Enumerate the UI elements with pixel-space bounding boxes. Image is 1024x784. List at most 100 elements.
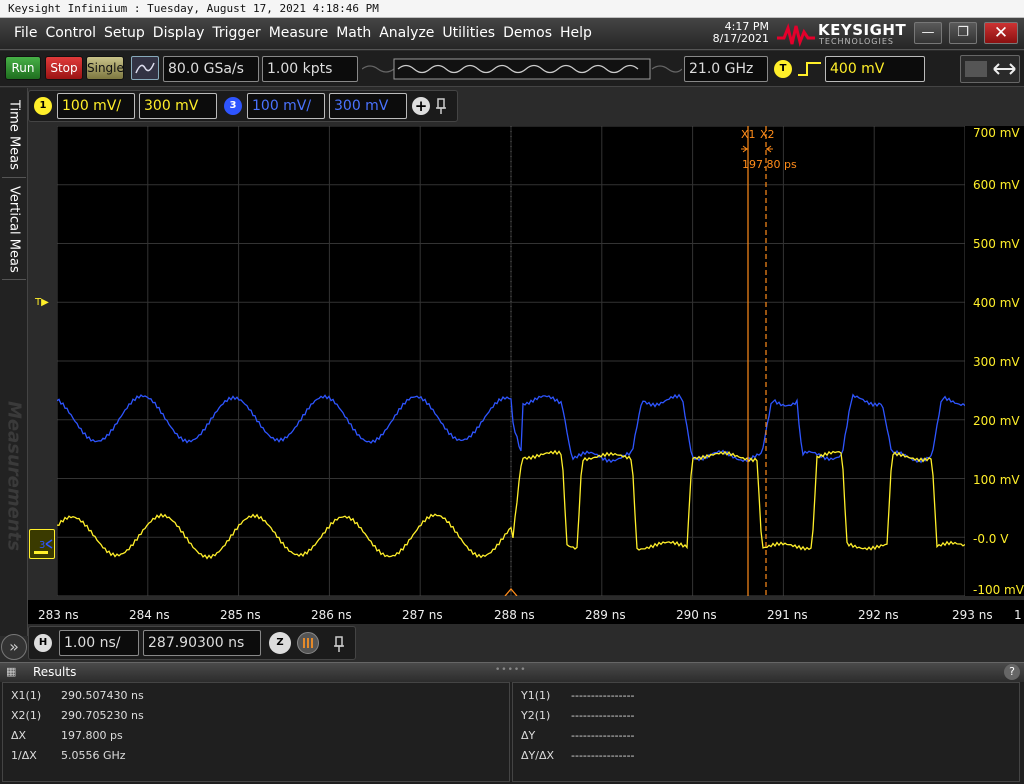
waveform-display[interactable]: X1 X2 197.80 ps bbox=[56, 125, 966, 597]
menu-help[interactable]: Help bbox=[556, 25, 596, 41]
x-label: 287 ns bbox=[402, 608, 443, 622]
cursor-x2-label: X2 bbox=[760, 128, 775, 141]
restore-button[interactable]: ❐ bbox=[949, 22, 977, 44]
result-label: ΔY/ΔX bbox=[521, 749, 555, 762]
result-row: ΔX 197.800 ps bbox=[11, 729, 123, 742]
grid-icon: ▦ bbox=[6, 665, 17, 678]
result-label: ΔX bbox=[11, 729, 27, 742]
minimize-button[interactable]: — bbox=[914, 22, 942, 44]
channel3-scale-field[interactable]: 100 mV/ bbox=[247, 93, 325, 119]
zoom-badge[interactable]: Z bbox=[269, 632, 291, 654]
rising-edge-icon[interactable] bbox=[797, 60, 823, 78]
channel3-offset-field[interactable]: 300 mV bbox=[329, 93, 407, 119]
x-label: 290 ns bbox=[676, 608, 717, 622]
trigger-arrow-icon: ▶ bbox=[41, 297, 49, 308]
menu-display[interactable]: Display bbox=[149, 25, 209, 41]
x-label: 289 ns bbox=[585, 608, 626, 622]
menu-trigger[interactable]: Trigger bbox=[208, 25, 264, 41]
cursor-delta-arrow bbox=[741, 145, 773, 153]
measurements-watermark: Measurements bbox=[3, 401, 25, 551]
x-label: 285 ns bbox=[220, 608, 261, 622]
y-label: 700 mV bbox=[973, 126, 1020, 140]
result-value: 5.0556 GHz bbox=[61, 749, 126, 762]
svg-text:3: 3 bbox=[39, 540, 45, 551]
menu-demos[interactable]: Demos bbox=[499, 25, 556, 41]
sample-rate-field[interactable]: 80.0 GSa/s bbox=[163, 56, 259, 82]
y-label: 600 mV bbox=[973, 178, 1020, 192]
menu-bar: File Control Setup Display Trigger Measu… bbox=[0, 18, 1024, 50]
pin-icon[interactable] bbox=[332, 635, 346, 653]
channel1-scale-field[interactable]: 100 mV/ bbox=[57, 93, 135, 119]
results-title: Results bbox=[33, 665, 77, 679]
y-results-pane: Y1(1) ---------------- Y2(1) -------------… bbox=[512, 682, 1020, 782]
result-value: ---------------- bbox=[571, 729, 635, 742]
channel-bar: 1 100 mV/ 300 mV 3 100 mV/ 300 mV + bbox=[28, 90, 458, 122]
x-label: 284 ns bbox=[129, 608, 170, 622]
menu-file[interactable]: File bbox=[10, 25, 41, 41]
results-panel: X1(1) 290.507430 ns X2(1) 290.705230 ns ΔX… bbox=[0, 682, 1024, 784]
result-row: Y2(1) ---------------- bbox=[521, 709, 635, 722]
x-label: 286 ns bbox=[311, 608, 352, 622]
drag-handle-icon[interactable]: ••••• bbox=[495, 665, 527, 675]
y-label: 400 mV bbox=[973, 296, 1020, 310]
tab-vertical-meas[interactable]: Vertical Meas bbox=[2, 180, 26, 280]
result-label: ΔY bbox=[521, 729, 536, 742]
result-row: 1/ΔX 5.0556 GHz bbox=[11, 749, 126, 762]
result-row: ΔY ---------------- bbox=[521, 729, 635, 742]
close-button[interactable]: ✕ bbox=[984, 22, 1018, 44]
clock: 4:17 PM 8/17/2021 bbox=[705, 21, 769, 45]
tab-time-meas[interactable]: Time Meas bbox=[2, 92, 26, 178]
pin-icon[interactable] bbox=[434, 97, 448, 115]
channel1-offset-field[interactable]: 300 mV bbox=[139, 93, 217, 119]
memory-depth-field[interactable]: 1.00 kpts bbox=[262, 56, 358, 82]
menu-control[interactable]: Control bbox=[41, 25, 100, 41]
menu-utilities[interactable]: Utilities bbox=[438, 25, 499, 41]
result-label: X2(1) bbox=[11, 709, 42, 722]
menu-analyze[interactable]: Analyze bbox=[375, 25, 438, 41]
result-value: 290.507430 ns bbox=[61, 689, 144, 702]
result-label: X1(1) bbox=[11, 689, 42, 702]
result-value: 197.800 ps bbox=[61, 729, 123, 742]
result-row: X2(1) 290.705230 ns bbox=[11, 709, 144, 722]
trigger-badge[interactable]: T bbox=[774, 60, 792, 78]
channel3-badge[interactable]: 3 bbox=[224, 97, 242, 115]
run-button[interactable]: Run bbox=[5, 56, 41, 80]
fit-icon[interactable] bbox=[960, 55, 1020, 83]
trigger-level-field[interactable]: 400 mV bbox=[825, 56, 925, 82]
result-row: ΔY/ΔX ---------------- bbox=[521, 749, 635, 762]
side-panel: Time Meas Vertical Meas Measurements » bbox=[0, 88, 28, 660]
menu-measure[interactable]: Measure bbox=[265, 25, 333, 41]
horizontal-knob-icon[interactable] bbox=[297, 632, 319, 654]
x-label: 288 ns bbox=[494, 608, 535, 622]
trigger-marker[interactable]: T▶ bbox=[35, 297, 49, 308]
x-axis-labels: 283 ns 284 ns 285 ns 286 ns 287 ns 288 n… bbox=[28, 600, 1024, 624]
cursor-delta-label: 197.80 ps bbox=[742, 158, 797, 171]
results-header[interactable]: ▦ Results ••••• ? bbox=[0, 662, 1024, 682]
y-label: -100 mV bbox=[973, 583, 1024, 597]
acquisition-toolbar: Run Stop Single 80.0 GSa/s 1.00 kpts 21.… bbox=[0, 51, 1024, 87]
help-icon[interactable]: ? bbox=[1004, 664, 1020, 680]
graticule: X1 X2 197.80 ps bbox=[56, 125, 966, 597]
result-row: Y1(1) ---------------- bbox=[521, 689, 635, 702]
expand-icon[interactable]: » bbox=[1, 634, 27, 660]
result-value: ---------------- bbox=[571, 709, 635, 722]
add-channel-button[interactable]: + bbox=[412, 97, 430, 115]
time-position-field[interactable]: 287.90300 ns bbox=[143, 630, 261, 656]
menu-math[interactable]: Math bbox=[332, 25, 375, 41]
bandwidth-field[interactable]: 21.0 GHz bbox=[684, 56, 768, 82]
menu-setup[interactable]: Setup bbox=[100, 25, 149, 41]
y-label: 300 mV bbox=[973, 355, 1020, 369]
autoscale-icon[interactable] bbox=[131, 56, 159, 80]
stop-button[interactable]: Stop bbox=[45, 56, 83, 80]
x-label: 283 ns bbox=[38, 608, 79, 622]
result-row: X1(1) 290.507430 ns bbox=[11, 689, 144, 702]
ground-marker-icon[interactable]: 3 bbox=[29, 529, 55, 559]
y-label: 100 mV bbox=[973, 473, 1020, 487]
horizontal-badge[interactable]: H bbox=[34, 634, 52, 652]
single-button[interactable]: Single bbox=[86, 56, 124, 80]
logo-wave-icon bbox=[777, 23, 815, 47]
result-value: ---------------- bbox=[571, 749, 635, 762]
time-scale-field[interactable]: 1.00 ns/ bbox=[59, 630, 139, 656]
channel1-badge[interactable]: 1 bbox=[34, 97, 52, 115]
window-title: Keysight Infiniium : Tuesday, August 17,… bbox=[0, 0, 1024, 18]
